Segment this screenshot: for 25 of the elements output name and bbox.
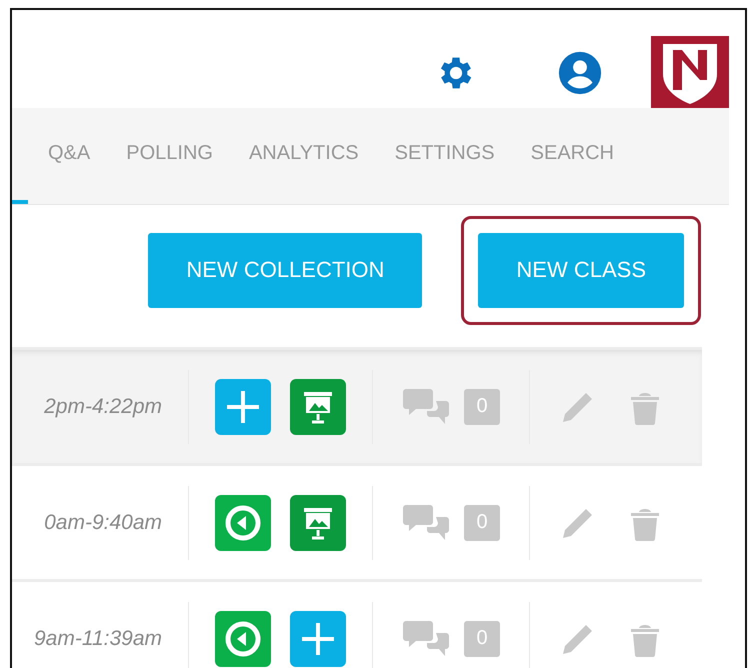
nav-tab[interactable]: ANALYTICS (248, 142, 359, 165)
nav-tab[interactable]: POLLING (126, 142, 213, 165)
time-range: 0am-9:40am (43, 510, 162, 534)
pencil-icon[interactable] (562, 390, 594, 422)
comments-icon[interactable] (402, 386, 450, 426)
add-icon[interactable] (215, 378, 271, 434)
time-range: 2pm-4:22pm (43, 394, 162, 418)
play-back-icon[interactable] (215, 494, 271, 550)
time-range: 9am-11:39am (32, 626, 162, 650)
nav-tab[interactable]: SEARCH (530, 142, 614, 165)
nav-tab[interactable]: Q&A (48, 142, 90, 165)
new-button[interactable]: NEW CLASS (478, 232, 684, 308)
add-icon[interactable] (290, 610, 346, 666)
comments-icon[interactable] (402, 618, 450, 658)
presentation-icon[interactable] (290, 378, 346, 434)
pencil-icon[interactable] (562, 506, 594, 538)
active-tab-indicator (12, 200, 28, 204)
new-button[interactable]: NEW COLLECTION (148, 232, 422, 308)
account-icon[interactable] (557, 50, 603, 96)
pencil-icon[interactable] (562, 622, 594, 654)
comments-icon[interactable] (402, 502, 450, 542)
nav-tab[interactable]: SETTINGS (394, 142, 495, 165)
play-back-icon[interactable] (215, 610, 271, 666)
presentation-icon[interactable] (290, 494, 346, 550)
shield-logo[interactable] (651, 36, 729, 108)
